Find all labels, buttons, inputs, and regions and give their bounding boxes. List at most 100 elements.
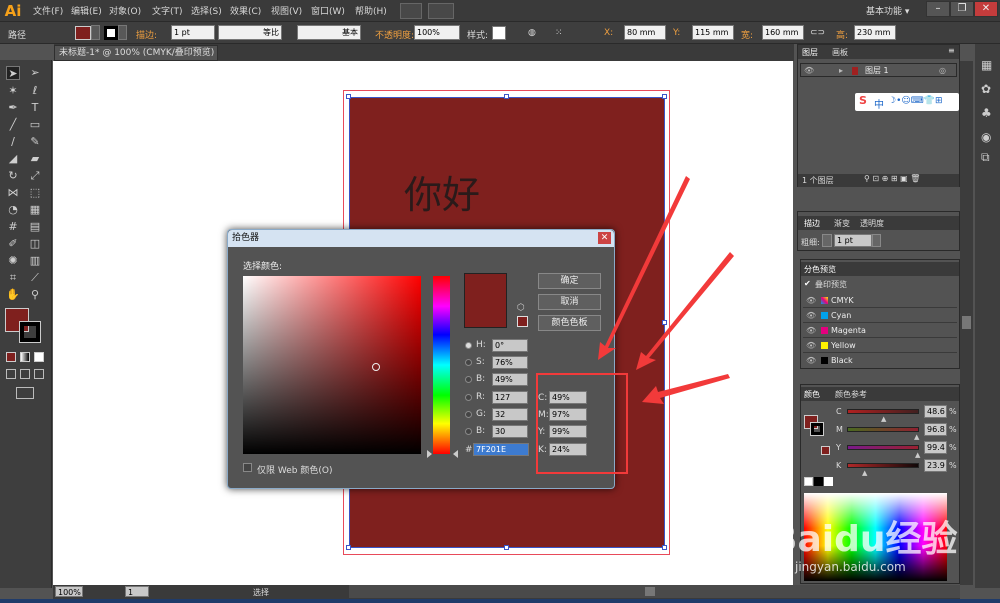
line-tool-icon[interactable]: ╱ <box>6 118 20 132</box>
visibility-eye-icon[interactable]: 👁 <box>806 324 816 338</box>
layer-name[interactable]: 图层 1 <box>865 64 889 78</box>
gradient-tool-icon[interactable]: ▤ <box>28 220 42 234</box>
panel-stroke-swatch[interactable] <box>810 422 824 436</box>
color-field[interactable] <box>243 276 421 454</box>
color-mode-icon[interactable] <box>6 352 16 362</box>
page-input[interactable]: 1 <box>125 586 149 597</box>
magic-wand-tool-icon[interactable]: ✶ <box>6 84 20 98</box>
appearance-panel-icon[interactable]: ◉ <box>981 130 991 144</box>
fill-dropdown[interactable] <box>91 25 100 40</box>
target-circle-icon[interactable]: ◎ <box>939 64 946 78</box>
overprint-checkbox[interactable]: ✔ <box>804 279 811 288</box>
stroke-swatch[interactable] <box>104 26 118 40</box>
menu-select[interactable]: 选择(S) <box>191 4 222 17</box>
m-value[interactable]: 96.8 <box>924 423 947 436</box>
h-input[interactable]: 0° <box>492 339 528 352</box>
m-slider-thumb[interactable]: ▲ <box>914 433 919 441</box>
menu-view[interactable]: 视图(V) <box>271 4 302 17</box>
constrain-link-icon[interactable]: ⊂⊃ <box>810 28 825 38</box>
menu-effect[interactable]: 效果(C) <box>230 4 261 17</box>
gradient-mode-icon[interactable] <box>20 352 30 362</box>
zoom-input[interactable]: 100% <box>55 586 83 597</box>
visibility-eye-icon[interactable]: 👁 <box>804 64 814 78</box>
column-graph-tool-icon[interactable]: ▥ <box>28 254 42 268</box>
screen-mode-icon[interactable] <box>16 387 34 399</box>
selection-handle[interactable] <box>662 94 667 99</box>
visibility-eye-icon[interactable]: 👁 <box>806 309 816 323</box>
stroke-weight-input[interactable]: 1 pt <box>171 25 215 40</box>
white-swatch[interactable] <box>824 477 833 486</box>
horizontal-scroll-thumb[interactable] <box>645 587 655 596</box>
bridge-button[interactable] <box>400 3 422 19</box>
menu-edit[interactable]: 编辑(E) <box>71 4 102 17</box>
stroke-dropdown[interactable] <box>118 25 127 40</box>
r-radio[interactable] <box>465 394 472 401</box>
ime-toolbar[interactable]: S 中 ☽•☺⌨👕⊞ <box>855 93 959 111</box>
ime-mode-label[interactable]: 中 <box>874 96 884 111</box>
blend-tool-icon[interactable]: ◫ <box>28 237 42 251</box>
g-radio[interactable] <box>465 411 472 418</box>
height-input[interactable]: 230 mm <box>854 25 896 40</box>
x-input[interactable]: 80 mm <box>624 25 666 40</box>
color-tab[interactable]: 颜色 <box>804 389 820 400</box>
selection-handle[interactable] <box>346 545 351 550</box>
close-icon[interactable]: ✕ <box>974 1 998 17</box>
s-input[interactable]: 76% <box>492 356 528 369</box>
stroke-color-box[interactable] <box>19 321 41 343</box>
workspace-switcher[interactable]: 基本功能 ▾ <box>866 4 909 17</box>
panel-menu-icon[interactable]: ≡ <box>948 46 955 55</box>
k-slider-thumb[interactable]: ▲ <box>862 469 867 477</box>
none-mode-icon[interactable] <box>34 352 44 362</box>
symbols-panel-icon[interactable]: ♣ <box>981 106 992 120</box>
blob-brush-tool-icon[interactable]: ◢ <box>6 152 20 166</box>
out-of-gamut-icon[interactable]: ⬡ <box>517 303 525 313</box>
plate-row[interactable]: 👁 Black <box>803 354 957 368</box>
plate-row[interactable]: 👁 Magenta <box>803 324 957 338</box>
visibility-eye-icon[interactable]: 👁 <box>806 354 816 368</box>
g-input[interactable]: 32 <box>492 408 528 421</box>
recolor-icon[interactable]: ◍ <box>528 28 536 38</box>
gamut-color-swatch[interactable] <box>517 316 528 327</box>
brush-definition[interactable]: 基本 <box>297 25 361 40</box>
minimize-icon[interactable]: – <box>926 1 950 17</box>
layer-row[interactable]: 👁 ▸ 图层 1 ◎ <box>800 63 957 77</box>
fill-swatch[interactable] <box>75 26 91 40</box>
pen-tool-icon[interactable]: ✒ <box>6 101 20 115</box>
plate-row[interactable]: 👁 Yellow <box>803 339 957 353</box>
sogou-icon[interactable]: S <box>859 94 867 107</box>
rectangle-tool-icon[interactable]: ▭ <box>28 118 42 132</box>
transparency-tab[interactable]: 透明度 <box>860 218 884 229</box>
menu-type[interactable]: 文字(T) <box>152 4 183 17</box>
pencil-tool-icon[interactable]: ✎ <box>28 135 42 149</box>
swatches-panel-icon[interactable]: ▦ <box>981 58 992 72</box>
document-tab[interactable]: 未标题-1* @ 100% (CMYK/叠印预览) <box>54 45 218 61</box>
visibility-eye-icon[interactable]: 👁 <box>806 294 816 308</box>
h-radio[interactable] <box>465 342 472 349</box>
expand-triangle-icon[interactable]: ▸ <box>839 64 843 78</box>
k-slider[interactable] <box>847 463 919 468</box>
menu-file[interactable]: 文件(F) <box>33 4 63 17</box>
blue-input[interactable]: 30 <box>492 425 528 438</box>
graphic-style-swatch[interactable] <box>492 26 506 40</box>
hue-slider-arrow-right[interactable] <box>453 450 458 458</box>
y-slider[interactable] <box>847 445 919 450</box>
artboard-tool-icon[interactable]: ⌗ <box>6 271 20 285</box>
layers-tab[interactable]: 图层 <box>802 47 818 58</box>
y-input[interactable]: 115 mm <box>692 25 734 40</box>
paintbrush-tool-icon[interactable]: ∕ <box>6 135 20 149</box>
rotate-tool-icon[interactable]: ↻ <box>6 169 20 183</box>
restore-icon[interactable]: ❐ <box>950 1 974 17</box>
menu-help[interactable]: 帮助(H) <box>355 4 387 17</box>
color-guide-tab[interactable]: 颜色参考 <box>835 389 867 400</box>
arrange-documents-button[interactable] <box>428 3 454 19</box>
hue-slider[interactable] <box>433 276 450 454</box>
blue-radio[interactable] <box>465 428 472 435</box>
selection-handle[interactable] <box>662 545 667 550</box>
lasso-tool-icon[interactable]: ℓ <box>28 84 42 98</box>
width-tool-icon[interactable]: ⋈ <box>6 186 20 200</box>
selection-tool-icon[interactable]: ➤ <box>6 66 20 80</box>
plate-row[interactable]: 👁 CMYK <box>803 294 957 308</box>
ime-tools-icon[interactable]: ☽•☺⌨👕⊞ <box>888 96 943 106</box>
c-value[interactable]: 48.6 <box>924 405 947 418</box>
canvas-text[interactable]: 你好 <box>404 164 480 219</box>
